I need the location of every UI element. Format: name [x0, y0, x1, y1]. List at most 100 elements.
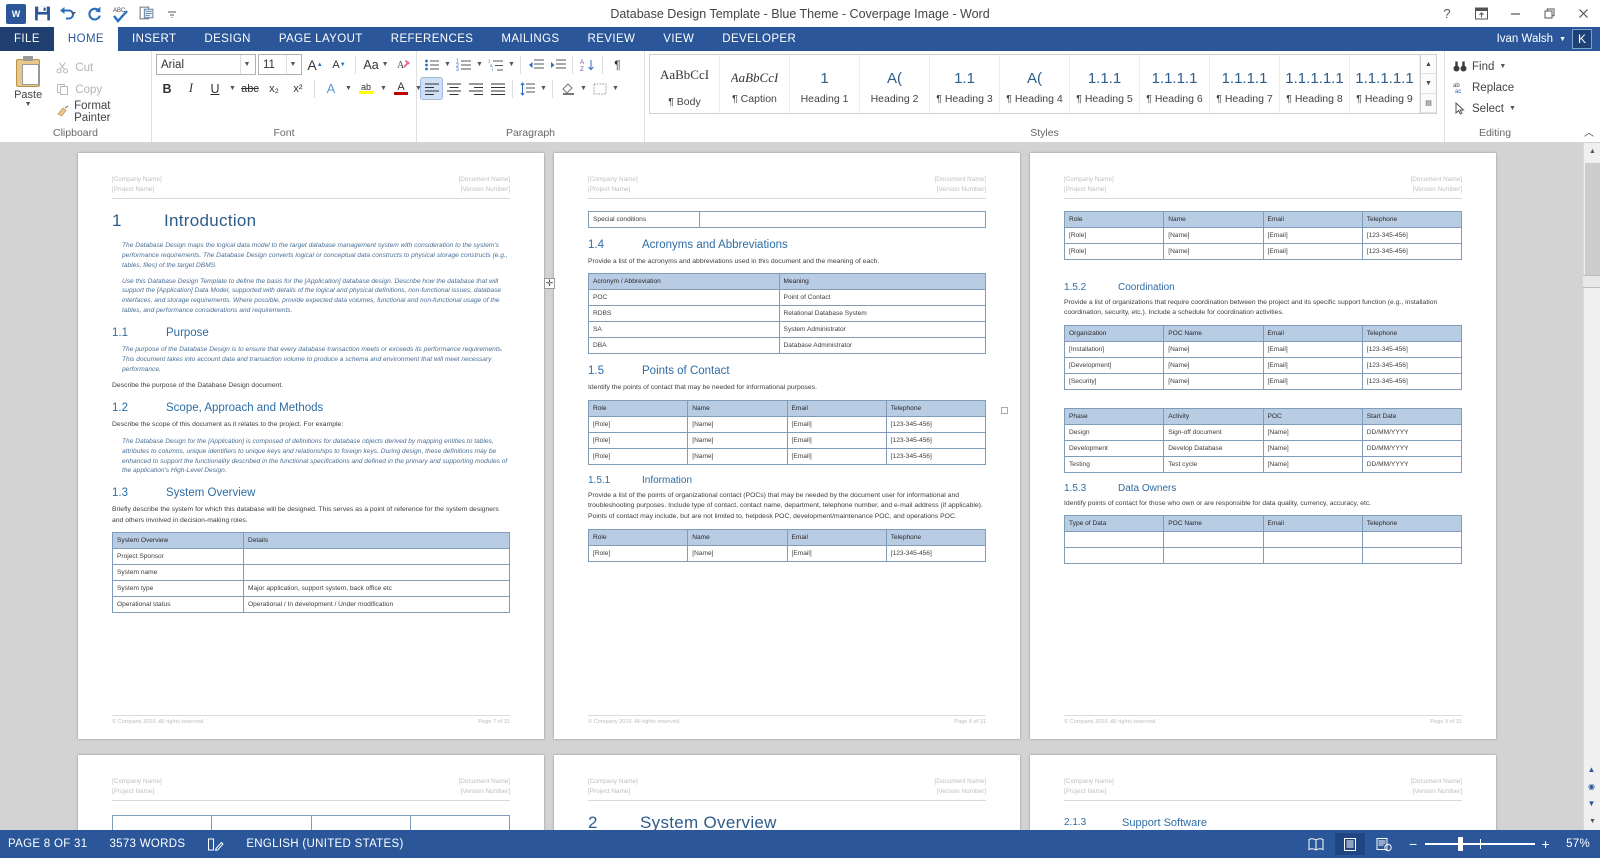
chevron-down-icon[interactable]: ▼	[507, 61, 516, 68]
undo-icon[interactable]	[56, 3, 80, 25]
acronym-table[interactable]: Acronym / AbbreviationMeaningPOCPoint of…	[588, 273, 986, 354]
table-row[interactable]	[1065, 532, 1462, 548]
styles-scroll-up-icon[interactable]: ▲	[1421, 55, 1436, 74]
table-cell[interactable]: [Name]	[688, 545, 787, 561]
style-item-10[interactable]: 1.1.1.1.1¶ Heading 9	[1350, 55, 1420, 113]
table-row[interactable]: DesignSign-off document[Name]DD/MM/YYYY	[1065, 424, 1462, 440]
table-row[interactable]: SASystem Administrator	[589, 322, 986, 338]
paste-button[interactable]: Paste ▼	[4, 54, 52, 108]
table-cell[interactable]: POC	[589, 290, 780, 306]
chevron-down-icon[interactable]: ▼	[1559, 36, 1566, 43]
table-cell[interactable]: System name	[113, 565, 244, 581]
tab-mailings[interactable]: MAILINGS	[487, 27, 573, 51]
zoom-thumb[interactable]	[1458, 837, 1463, 851]
chevron-down-icon[interactable]: ▼	[539, 85, 548, 92]
zoom-track[interactable]	[1425, 837, 1535, 851]
open-recent-icon[interactable]	[134, 3, 158, 25]
document-canvas[interactable]: [Company Name] [Project Name] [Document …	[0, 143, 1600, 830]
word-app-icon[interactable]: W	[4, 3, 28, 25]
vertical-scrollbar[interactable]: ▲ ▲ ◉ ▼ ▼	[1583, 143, 1600, 830]
table-cell[interactable]: [Email]	[787, 448, 886, 464]
subscript-button[interactable]: x₂	[263, 78, 285, 99]
special-conditions-table[interactable]: Special conditions	[588, 211, 986, 228]
tab-view[interactable]: VIEW	[649, 27, 708, 51]
page-11[interactable]: [Company Name] [Project Name] [Document …	[554, 755, 1020, 830]
chevron-down-icon[interactable]: ▼	[379, 85, 388, 92]
table-cell[interactable]	[1164, 532, 1263, 548]
table-cell[interactable]: System Administrator	[779, 322, 985, 338]
cut-button[interactable]: Cut	[52, 58, 147, 77]
split-window-handle[interactable]	[1583, 275, 1600, 288]
table-cell[interactable]: DD/MM/YYYY	[1362, 456, 1461, 472]
styles-more-icon[interactable]: ▤	[1421, 94, 1436, 113]
table-cell[interactable]: [123-345-456]	[886, 432, 985, 448]
table-cell[interactable]: Project Sponsor	[113, 549, 244, 565]
table-cell[interactable]: Sign-off document	[1164, 424, 1263, 440]
chevron-down-icon[interactable]: ▼	[611, 85, 620, 92]
table-row[interactable]: TestingTest cycle[Name]DD/MM/YYYY	[1065, 456, 1462, 472]
font-size-combo[interactable]: 11 ▼	[258, 54, 302, 75]
table-cell[interactable]: [Email]	[1263, 373, 1362, 389]
copy-button[interactable]: Copy	[52, 80, 147, 99]
show-formatting-marks-icon[interactable]: ¶	[607, 54, 628, 75]
style-item-9[interactable]: 1.1.1.1.1¶ Heading 8	[1280, 55, 1350, 113]
multilevel-list-icon[interactable]: 1ai	[485, 54, 506, 75]
table-row[interactable]: [Role][Name][Email][123-345-456]	[589, 432, 986, 448]
table-cell[interactable]: [123-345-456]	[1362, 341, 1461, 357]
scrollbar-thumb[interactable]	[1585, 163, 1600, 281]
tab-page-layout[interactable]: PAGE LAYOUT	[265, 27, 377, 51]
table-cell[interactable]: Development	[1065, 440, 1164, 456]
borders-icon[interactable]	[589, 78, 610, 99]
table-cell[interactable]: [123-345-456]	[886, 416, 985, 432]
page-12[interactable]: [Company Name] [Project Name] [Document …	[1030, 755, 1496, 830]
superscript-button[interactable]: x²	[287, 78, 309, 99]
points-of-contact-table[interactable]: RoleNameEmailTelephone[Role][Name][Email…	[588, 400, 986, 465]
style-item-4[interactable]: 1.1¶ Heading 3	[930, 55, 1000, 113]
align-center-icon[interactable]	[443, 78, 464, 99]
chevron-down-icon[interactable]: ▼	[1509, 105, 1516, 112]
page-9[interactable]: [Company Name] [Project Name] [Document …	[1030, 153, 1496, 739]
table-cell[interactable]: DBA	[589, 338, 780, 354]
help-icon[interactable]: ?	[1430, 0, 1464, 27]
table-resize-handle[interactable]	[1001, 407, 1008, 414]
style-item-1[interactable]: AaBbCcI¶ Caption	[720, 55, 790, 113]
minimize-icon[interactable]	[1498, 0, 1532, 27]
numbering-icon[interactable]: 123	[453, 54, 474, 75]
collapse-ribbon-icon[interactable]: ︿	[1584, 124, 1594, 139]
highlight-color-button[interactable]: ab	[355, 78, 377, 99]
table-cell[interactable]: Testing	[1065, 456, 1164, 472]
table-row[interactable]: [Installation][Name][Email][123-345-456]	[1065, 341, 1462, 357]
table-cell[interactable]: [Name]	[1263, 456, 1362, 472]
table-cell[interactable]: DD/MM/YYYY	[1362, 424, 1461, 440]
table-row[interactable]: RDBSRelational Database System	[589, 306, 986, 322]
table-cell[interactable]	[1362, 532, 1461, 548]
bold-button[interactable]: B	[156, 78, 178, 99]
style-item-3[interactable]: A(Heading 2	[860, 55, 930, 113]
align-right-icon[interactable]	[465, 78, 486, 99]
web-layout-icon[interactable]	[1369, 833, 1399, 855]
table-cell[interactable]: [Development]	[1065, 357, 1164, 373]
table-cell[interactable]: [123-345-456]	[1362, 243, 1461, 259]
table-cell[interactable]: [Email]	[1263, 243, 1362, 259]
zoom-slider[interactable]: − +	[1409, 836, 1550, 852]
table-cell[interactable]	[1263, 548, 1362, 564]
styles-gallery[interactable]: AaBbCcI¶ BodyAaBbCcI¶ Caption1Heading 1A…	[650, 55, 1420, 113]
chevron-down-icon[interactable]: ▼	[25, 101, 32, 108]
table-row[interactable]: [Role][Name][Email][123-345-456]	[589, 545, 986, 561]
table-cell[interactable]: [Name]	[1164, 357, 1263, 373]
font-color-button[interactable]: A	[390, 78, 412, 99]
table-cell[interactable]: Relational Database System	[779, 306, 985, 322]
table-cell[interactable]: [Email]	[1263, 341, 1362, 357]
chevron-down-icon[interactable]: ▼	[240, 55, 253, 74]
save-icon[interactable]	[30, 3, 54, 25]
tab-insert[interactable]: INSERT	[118, 27, 190, 51]
system-overview-table[interactable]: System OverviewDetailsProject Sponsor Sy…	[112, 532, 510, 613]
line-spacing-icon[interactable]	[517, 78, 538, 99]
tab-design[interactable]: DESIGN	[190, 27, 265, 51]
justify-icon[interactable]	[487, 78, 508, 99]
table-cell[interactable]: [Role]	[1065, 243, 1164, 259]
restore-icon[interactable]	[1532, 0, 1566, 27]
table-row[interactable]: [Role][Name][Email][123-345-456]	[1065, 243, 1462, 259]
continued-table-stub[interactable]	[112, 815, 510, 830]
table-cell[interactable]	[1263, 532, 1362, 548]
